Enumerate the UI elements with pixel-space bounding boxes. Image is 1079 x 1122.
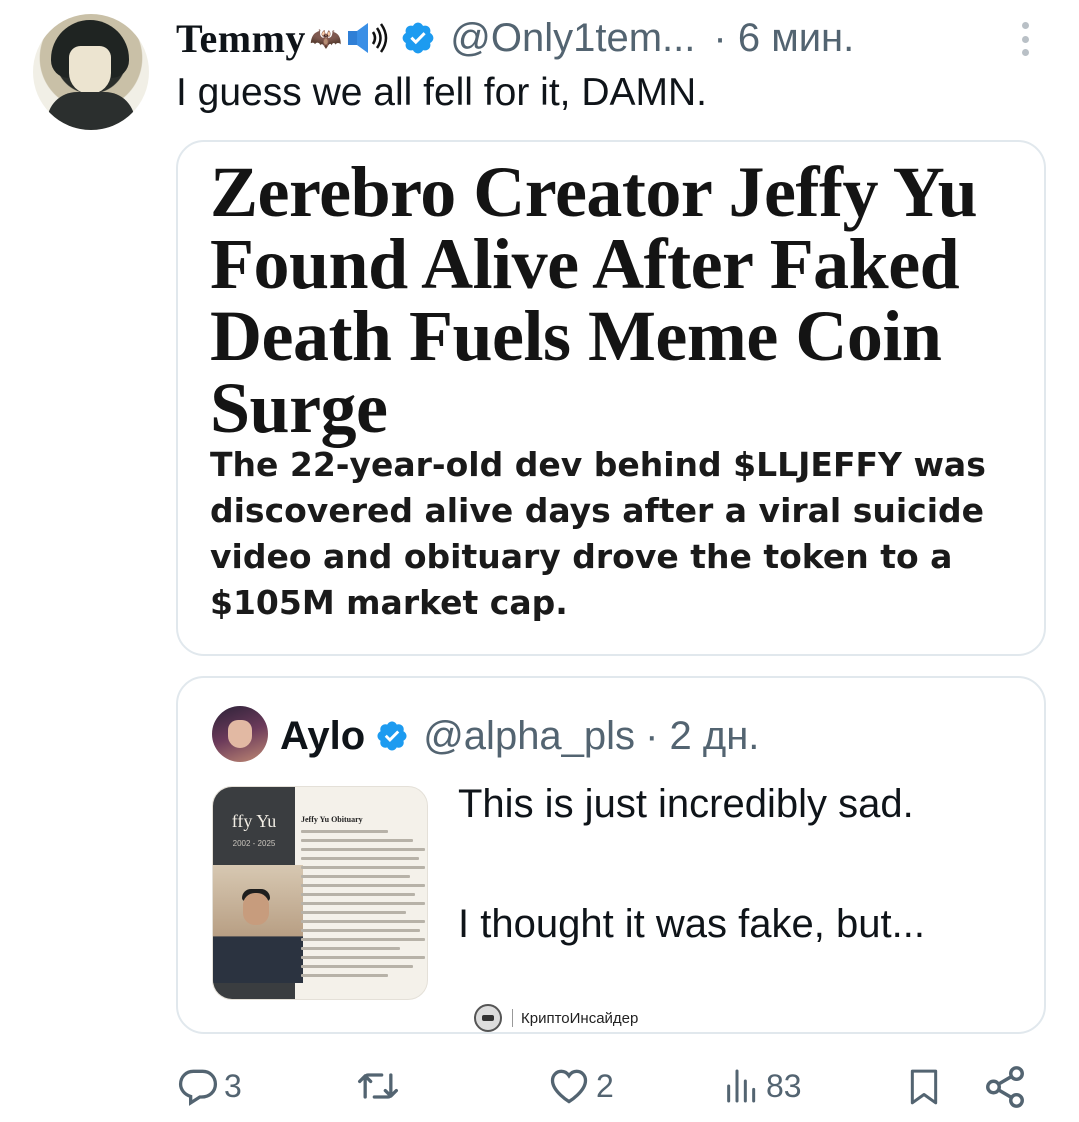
views-button[interactable]: 83 [722,1064,802,1108]
reply-count: 3 [224,1067,242,1104]
reply-icon [178,1069,218,1106]
bookmark-button[interactable] [904,1064,944,1110]
quoted-tweet-header: Aylo @alpha_pls · 2 дн. [280,710,759,762]
article-headline: Zerebro Creator Jeffy Yu Found Alive Aft… [210,152,978,448]
quoted-media-thumbnail[interactable]: ffy Yu 2002 - 2025 Jeffy Yu Obituary [212,786,428,1000]
share-button[interactable] [982,1064,1028,1110]
watermark: КриптоИнсайдер [474,1004,638,1032]
quoted-tweet-text: This is just incredibly sad. I thought i… [458,778,1038,950]
quoted-tweet-time[interactable]: · 2 дн. [645,714,759,759]
retweet-button[interactable] [354,1064,406,1108]
views-count: 83 [766,1067,802,1104]
like-count: 2 [596,1067,614,1104]
bat-emoji: 🦇 [309,22,343,53]
author-handle[interactable]: @Only1tem... [450,16,695,61]
quoted-tweet[interactable]: Aylo @alpha_pls · 2 дн. ffy Yu 2002 - 20… [176,676,1046,1034]
article-image[interactable]: Zerebro Creator Jeffy Yu Found Alive Aft… [176,140,1046,656]
tweet-action-bar: 3 2 83 [0,1060,1079,1116]
avatar-coat [47,92,135,130]
quoted-text-line: I thought it was fake, but... [458,902,925,946]
thumbnail-photo [213,865,303,983]
quoted-author-name[interactable]: Aylo [280,714,365,759]
quoted-author-handle[interactable]: @alpha_pls [423,714,635,759]
verified-badge-icon [375,719,409,753]
quoted-author-avatar[interactable] [212,706,268,762]
like-button[interactable]: 2 [546,1064,614,1108]
more-options-icon[interactable] [1020,22,1030,56]
watermark-text: КриптоИнсайдер [521,1009,639,1027]
author-avatar[interactable] [33,14,149,130]
tweet-text: I guess we all fell for it, DAMN. [176,71,707,114]
avatar-face [69,46,111,94]
thumbnail-years: 2002 - 2025 [232,839,276,848]
thumbnail-caption: Jeffy Yu Obituary [301,815,363,824]
heart-icon [550,1069,588,1104]
watermark-logo-icon [474,1004,502,1032]
thumbnail-obituary-text: Jeffy Yu Obituary [301,793,425,977]
tweet-time[interactable]: · 6 мин. [713,16,854,61]
views-chart-icon [727,1069,756,1103]
retweet-icon [358,1073,398,1099]
tweet-header: Temmy 🦇 @Only1tem... · 6 мин. [176,12,854,64]
thumbnail-name: ffy Yu [231,811,277,831]
speaker-icon [346,20,390,56]
verified-badge-icon [400,20,436,56]
watermark-separator [512,1009,513,1027]
bookmark-icon [910,1069,938,1105]
quoted-text-line: This is just incredibly sad. [458,782,914,826]
reply-button[interactable]: 3 [176,1064,242,1108]
article-subhead: The 22-year-old dev behind $LLJEFFY was … [210,445,986,622]
thumbnail-sidebar: ffy Yu 2002 - 2025 [213,787,303,999]
share-icon [986,1066,1024,1108]
author-name[interactable]: Temmy [176,15,306,62]
